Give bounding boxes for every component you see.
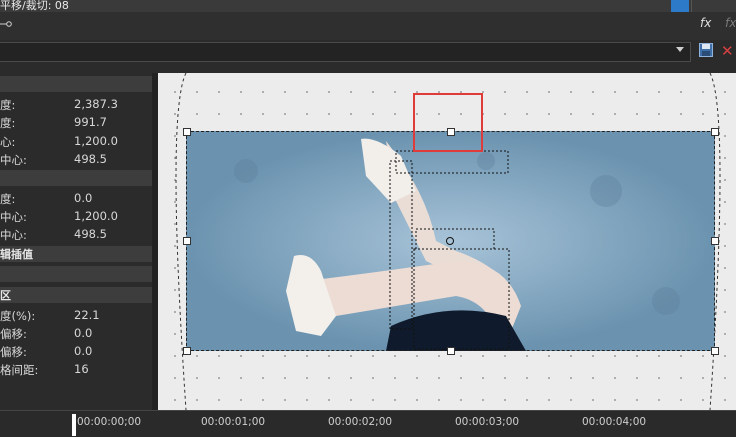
section-header-1[interactable]: [0, 76, 152, 92]
timeline-tick-label: 00:00:01;00: [201, 416, 266, 428]
property-row: 度: 0.0: [0, 191, 93, 206]
layout-mode-button[interactable]: [671, 0, 689, 12]
property-value[interactable]: 16: [74, 362, 89, 376]
timeline-tick-label: 00:00:02;00: [328, 416, 393, 428]
resize-handle-top-right[interactable]: [711, 128, 719, 136]
property-row: 度: 991.7: [0, 115, 107, 130]
property-value[interactable]: 0.0: [74, 191, 92, 205]
property-row: 心: 1,200.0: [0, 134, 118, 149]
properties-panel: 度: 2,387.3 度: 991.7 心: 1,200.0 中心: 498.5 度: 0…: [0, 73, 152, 410]
property-row: 偏移: 0.0: [0, 344, 93, 359]
resize-handle-top-left[interactable]: [183, 128, 191, 136]
crop-guides: [389, 150, 510, 350]
section-header-4[interactable]: [0, 266, 152, 282]
property-value[interactable]: 498.5: [74, 227, 107, 241]
property-row: 格间距: 16: [0, 362, 89, 377]
resize-handle-bottom[interactable]: [447, 347, 455, 355]
section-header-area[interactable]: 区: [0, 287, 152, 303]
property-row: 度: 2,387.3: [0, 97, 118, 112]
property-value[interactable]: 498.5: [74, 152, 107, 166]
fx-icon[interactable]: fx: [700, 16, 711, 30]
property-row: 中心: 498.5: [0, 152, 107, 167]
property-value[interactable]: 991.7: [74, 115, 107, 129]
property-value[interactable]: 22.1: [74, 308, 100, 322]
delete-icon[interactable]: ✕: [721, 42, 734, 60]
resize-handle-bottom-right[interactable]: [711, 347, 719, 355]
property-value[interactable]: 2,387.3: [74, 97, 118, 111]
timeline-tick-label: 00:00:00;00: [77, 416, 142, 428]
preset-dropdown[interactable]: [0, 42, 691, 62]
dropdown-arrow-icon[interactable]: [676, 47, 684, 52]
resize-handle-right[interactable]: [711, 237, 719, 245]
property-value[interactable]: 0.0: [74, 344, 92, 358]
window-titlebar: 平移/裁切: 08: [0, 0, 736, 12]
annotation-highlight-box: [413, 93, 483, 152]
keyframe-icon[interactable]: [0, 21, 12, 27]
section-header-interpolation[interactable]: 辑插值: [0, 246, 152, 262]
property-value[interactable]: 1,200.0: [74, 134, 118, 148]
resize-handle-bottom-left[interactable]: [183, 347, 191, 355]
property-row: 中心: 1,200.0: [0, 209, 118, 224]
layout-mode-button-2[interactable]: [691, 0, 710, 12]
resize-handle-left[interactable]: [183, 237, 191, 245]
property-row: 中心: 498.5: [0, 227, 107, 242]
fx-chain-icon[interactable]: fx: [725, 16, 736, 30]
property-value[interactable]: 1,200.0: [74, 209, 118, 223]
playhead-icon[interactable]: [72, 414, 76, 436]
toolbar: [0, 12, 736, 40]
timeline-tick-label: 00:00:03;00: [455, 416, 520, 428]
property-row: 偏移: 0.0: [0, 326, 93, 341]
save-icon[interactable]: [699, 43, 713, 57]
property-row: 度(%): 22.1: [0, 308, 100, 323]
section-header-2[interactable]: [0, 170, 152, 186]
property-value[interactable]: 0.0: [74, 326, 92, 340]
timeline-tick-label: 00:00:04;00: [582, 416, 647, 428]
